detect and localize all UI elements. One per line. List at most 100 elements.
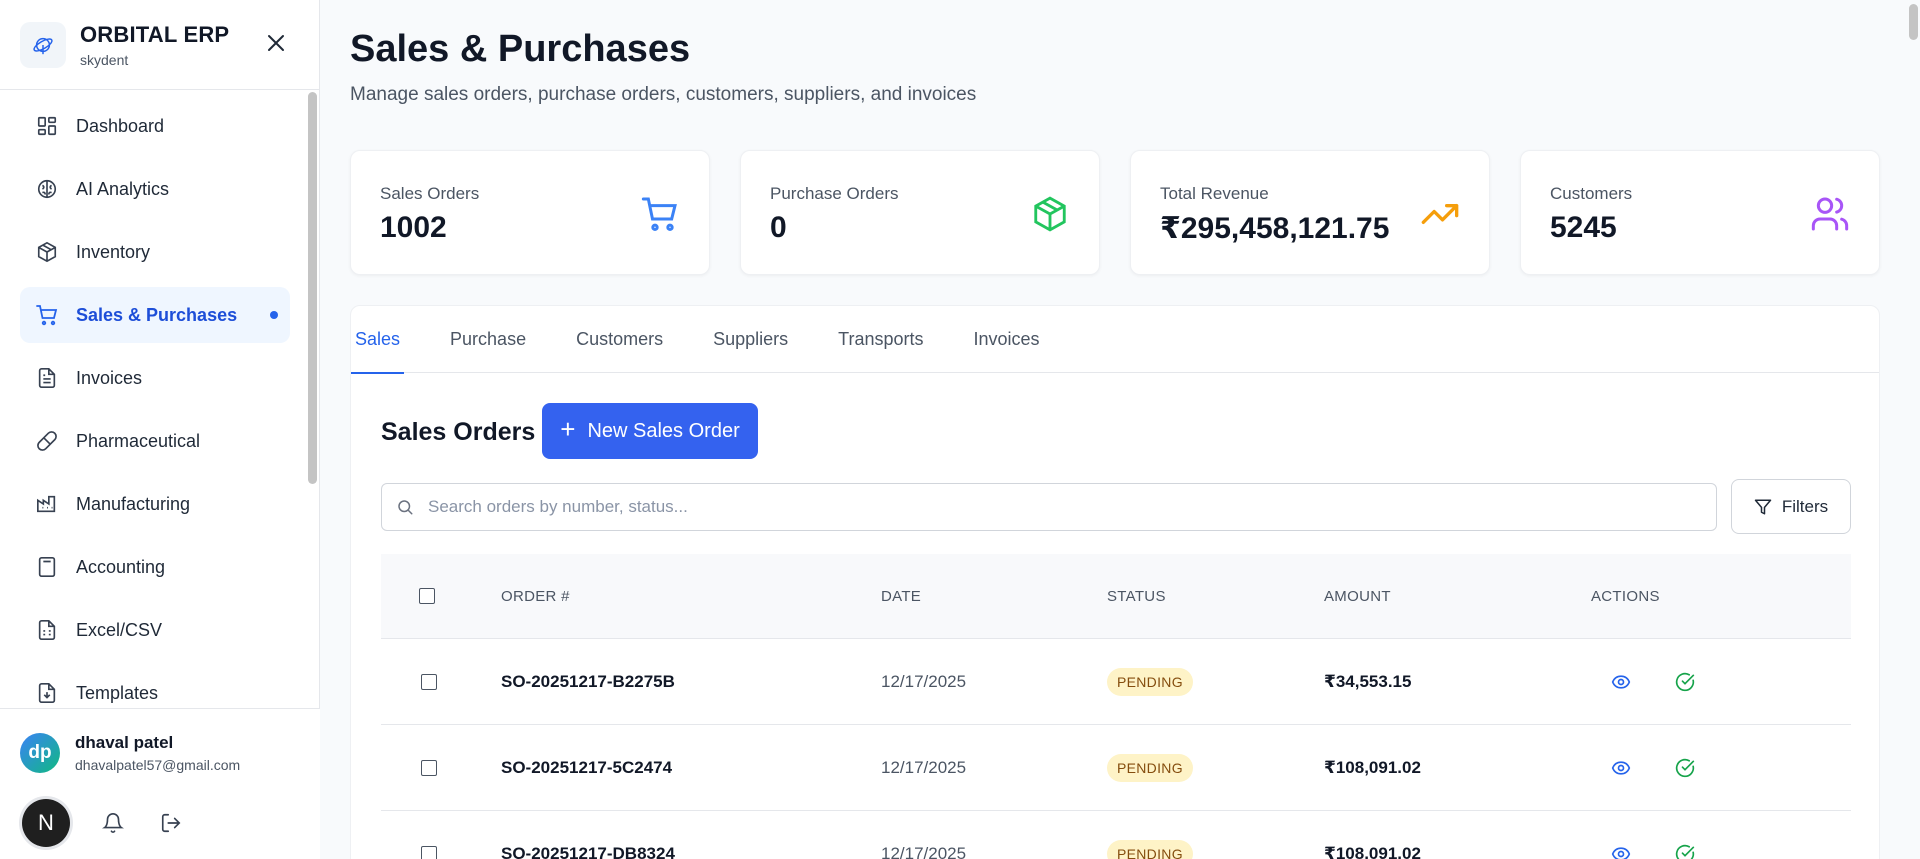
- sidebar-item-ai-analytics[interactable]: AI Analytics: [20, 161, 290, 217]
- filter-icon: [1754, 499, 1772, 514]
- view-order-button[interactable]: [1609, 842, 1633, 859]
- order-date: 12/17/2025: [881, 671, 967, 691]
- sidebar-item-templates[interactable]: Templates: [20, 665, 290, 708]
- search-box: [381, 483, 1717, 531]
- n-badge-button[interactable]: N: [22, 799, 70, 847]
- sidebar-item-label: Invoices: [76, 367, 143, 388]
- sidebar-item-inventory[interactable]: Inventory: [20, 224, 290, 280]
- button-label: New Sales Order: [587, 419, 740, 442]
- new-sales-order-button[interactable]: + New Sales Order: [542, 403, 758, 459]
- approve-order-button[interactable]: [1673, 842, 1697, 859]
- sidebar-item-label: Sales & Purchases: [76, 304, 238, 325]
- column-header-date[interactable]: DATE: [881, 588, 1107, 605]
- sidebar-item-label: Dashboard: [76, 115, 165, 136]
- order-date: 12/17/2025: [881, 757, 967, 777]
- tab-purchase[interactable]: Purchase: [450, 306, 526, 373]
- sidebar-item-label: Excel/CSV: [76, 619, 163, 640]
- close-sidebar-button[interactable]: [263, 30, 289, 56]
- filters-label: Filters: [1781, 496, 1829, 516]
- dashboard-icon: [34, 113, 60, 139]
- sidebar-item-invoices[interactable]: Invoices: [20, 350, 290, 406]
- factory-icon: [34, 491, 60, 517]
- table-row[interactable]: SO-20251217-DB8324 12/17/2025 PENDING ₹1…: [381, 811, 1851, 859]
- sidebar-item-pharmaceutical[interactable]: Pharmaceutical: [20, 413, 290, 469]
- view-order-button[interactable]: [1609, 756, 1633, 780]
- bell-icon: [102, 813, 124, 833]
- sidebar-item-label: AI Analytics: [76, 178, 170, 199]
- cart-icon: [34, 302, 60, 328]
- page-scrollbar[interactable]: [1909, 4, 1918, 40]
- section-title: Sales Orders: [381, 418, 536, 446]
- search-icon: [398, 500, 413, 515]
- stat-label: Sales Orders: [380, 184, 480, 203]
- page-subtitle: Manage sales orders, purchase orders, cu…: [350, 84, 977, 105]
- stat-label: Purchase Orders: [770, 184, 899, 203]
- page-title: Sales & Purchases: [350, 28, 691, 70]
- file-download-icon: [34, 680, 60, 706]
- notifications-button[interactable]: [98, 808, 128, 838]
- plus-icon: +: [560, 414, 576, 444]
- search-input[interactable]: [428, 497, 1628, 517]
- order-number: SO-20251217-DB8324: [501, 843, 675, 859]
- sidebar-scrollbar[interactable]: [308, 92, 317, 484]
- orders-panel: Sales Purchase Customers Suppliers Trans…: [350, 305, 1880, 859]
- close-icon: [268, 35, 284, 51]
- row-checkbox[interactable]: [421, 845, 437, 859]
- filters-button[interactable]: Filters: [1731, 479, 1851, 534]
- table-row[interactable]: SO-20251217-B2275B 12/17/2025 PENDING ₹3…: [381, 639, 1851, 725]
- tab-customers[interactable]: Customers: [576, 306, 663, 373]
- sidebar: ORBITAL ERP skydent Dashboard AI Analyti…: [0, 0, 320, 859]
- order-amount: ₹108,091.02: [1324, 843, 1421, 859]
- tab-transports[interactable]: Transports: [838, 306, 923, 373]
- brand-subtitle: skydent: [80, 51, 129, 68]
- document-icon: [34, 365, 60, 391]
- user-panel: dp dhaval patel dhavalpatel57@gmail.com …: [0, 708, 320, 859]
- stat-card-customers: Customers 5245: [1520, 150, 1880, 275]
- row-checkbox[interactable]: [421, 759, 437, 776]
- tab-invoices[interactable]: Invoices: [974, 306, 1040, 373]
- table-header: ORDER # DATE STATUS AMOUNT ACTIONS: [381, 554, 1851, 639]
- eye-icon: [1611, 674, 1631, 689]
- stat-value: 0: [770, 211, 787, 244]
- logout-icon: [161, 813, 181, 833]
- spreadsheet-icon: [34, 617, 60, 643]
- stat-card-total-revenue: Total Revenue ₹295,458,121.75: [1130, 150, 1490, 275]
- tab-suppliers[interactable]: Suppliers: [713, 306, 788, 373]
- approve-order-button[interactable]: [1673, 670, 1697, 694]
- avatar[interactable]: dp: [20, 733, 60, 773]
- order-date: 12/17/2025: [881, 843, 967, 859]
- table-row[interactable]: SO-20251217-5C2474 12/17/2025 PENDING ₹1…: [381, 725, 1851, 811]
- column-header-actions: ACTIONS: [1591, 587, 1660, 605]
- eye-icon: [1611, 760, 1631, 775]
- sidebar-item-accounting[interactable]: Accounting: [20, 539, 290, 595]
- row-checkbox[interactable]: [421, 673, 437, 690]
- sidebar-item-manufacturing[interactable]: Manufacturing: [20, 476, 290, 532]
- stat-label: Customers: [1550, 184, 1633, 203]
- brand-logo: [20, 21, 66, 68]
- tab-sales[interactable]: Sales: [350, 306, 405, 374]
- sidebar-item-label: Accounting: [76, 556, 166, 577]
- status-badge: PENDING: [1107, 839, 1193, 859]
- tabs: Sales Purchase Customers Suppliers Trans…: [350, 306, 1879, 374]
- view-order-button[interactable]: [1609, 670, 1633, 694]
- brain-icon: [34, 176, 60, 202]
- main-content: Sales & Purchases Manage sales orders, p…: [321, 0, 1920, 859]
- column-header-amount[interactable]: AMOUNT: [1324, 588, 1591, 605]
- select-all-checkbox[interactable]: [419, 588, 435, 604]
- status-badge: PENDING: [1107, 667, 1193, 696]
- sidebar-item-excel-csv[interactable]: Excel/CSV: [20, 602, 290, 658]
- logout-button[interactable]: [156, 808, 186, 838]
- check-circle-icon: [1675, 672, 1695, 691]
- brand-header: ORBITAL ERP skydent: [0, 0, 319, 90]
- user-email: dhavalpatel57@gmail.com: [75, 757, 241, 773]
- sidebar-item-dashboard[interactable]: Dashboard: [20, 98, 290, 154]
- stat-card-sales-orders: Sales Orders 1002: [350, 150, 710, 275]
- sidebar-item-sales-purchases[interactable]: Sales & Purchases: [20, 287, 290, 343]
- stat-value: 1002: [380, 211, 447, 244]
- package-icon: [34, 239, 60, 265]
- column-header-status[interactable]: STATUS: [1107, 588, 1324, 605]
- column-header-order[interactable]: ORDER #: [501, 588, 881, 605]
- approve-order-button[interactable]: [1673, 756, 1697, 780]
- user-name: dhaval patel: [75, 733, 174, 752]
- stat-label: Total Revenue: [1160, 184, 1269, 203]
